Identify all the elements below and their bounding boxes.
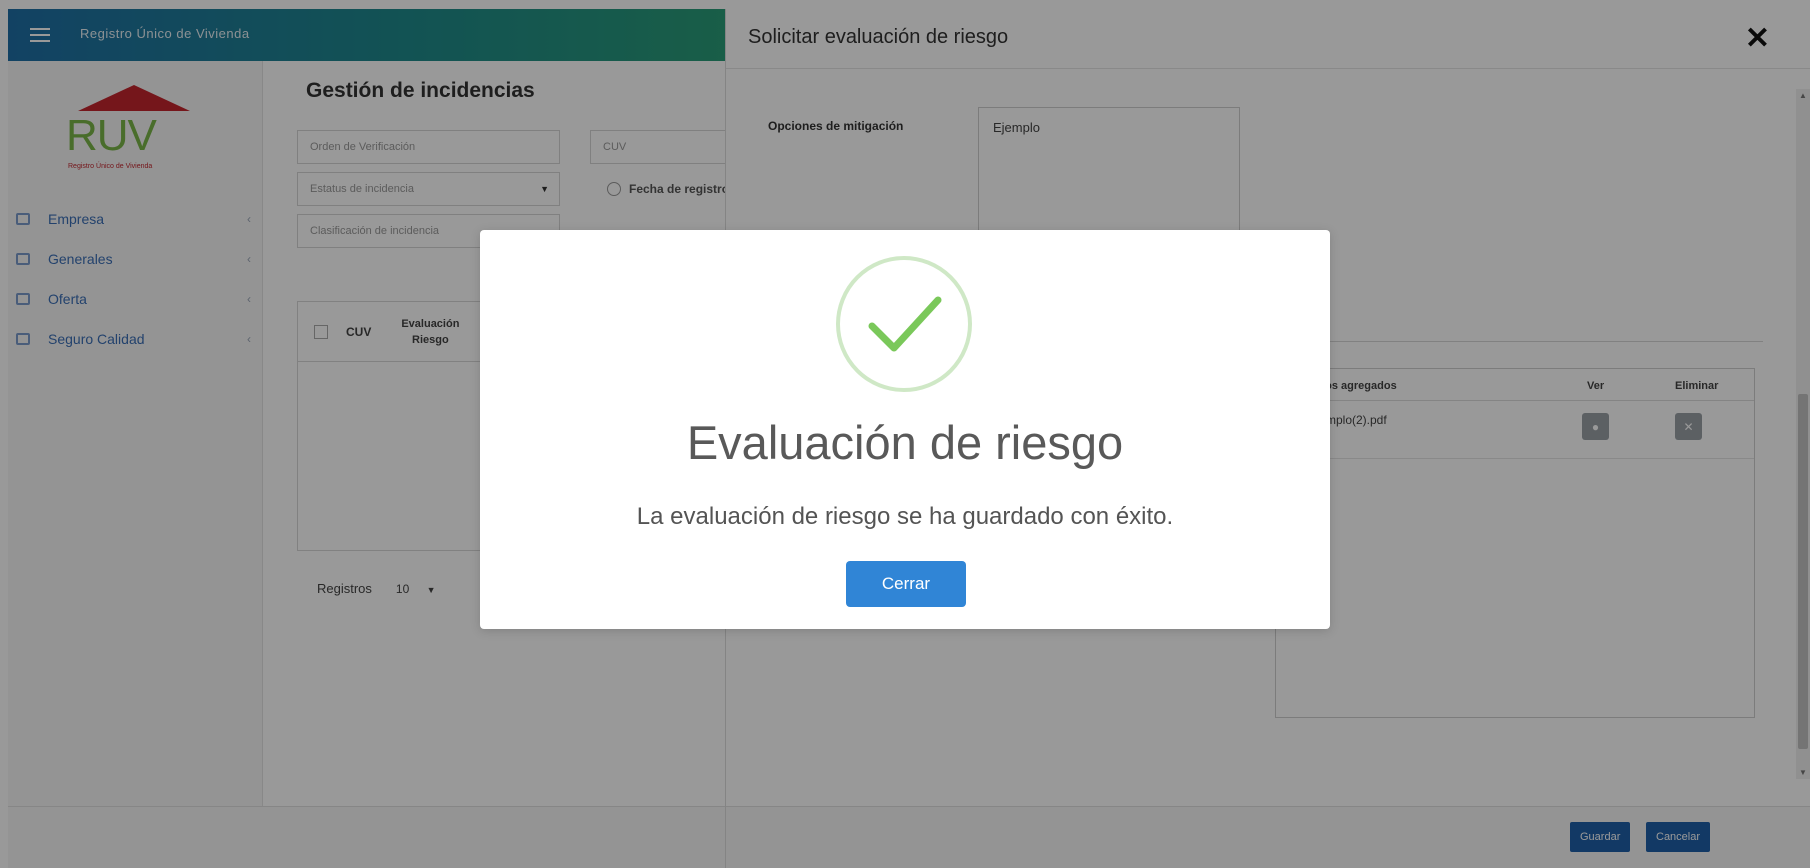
cerrar-button[interactable]: Cerrar [846,561,966,607]
checkmark-icon [868,296,942,352]
success-check-icon [836,256,972,392]
dialog-message: La evaluación de riesgo se ha guardado c… [636,503,1174,530]
success-dialog: Evaluación de riesgo La evaluación de ri… [480,230,1330,629]
dialog-title: Evaluación de riesgo [686,416,1124,469]
